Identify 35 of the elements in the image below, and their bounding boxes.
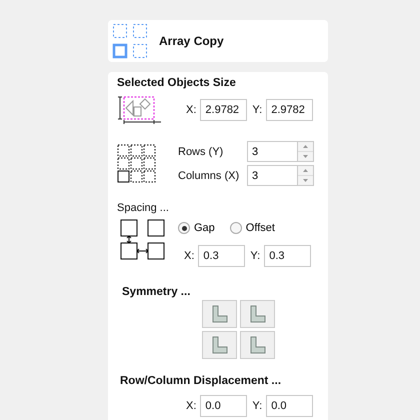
l-shape-icon bbox=[210, 334, 230, 354]
symmetry-button[interactable] bbox=[202, 330, 237, 358]
array-copy-icon bbox=[112, 23, 148, 59]
section-heading: Selected Objects Size bbox=[117, 76, 237, 91]
columns-field[interactable]: 3 bbox=[247, 165, 297, 186]
y-label: Y: bbox=[252, 398, 262, 414]
displacement-y-field[interactable]: 0.0 bbox=[266, 394, 314, 417]
object-size-icon bbox=[117, 96, 161, 124]
y-label: Y: bbox=[252, 103, 262, 118]
x-label: X: bbox=[186, 398, 196, 414]
spacing-x-field[interactable]: 0.3 bbox=[198, 245, 246, 268]
symmetry-button[interactable] bbox=[240, 330, 275, 358]
displacement-x-field[interactable]: 0.0 bbox=[200, 394, 248, 417]
l-shape-icon bbox=[210, 304, 230, 324]
rows-field[interactable]: 3 bbox=[247, 141, 297, 162]
x-label: X: bbox=[186, 103, 196, 118]
radio-option[interactable]: Offset bbox=[230, 220, 275, 236]
panel-title: Array Copy bbox=[159, 33, 224, 50]
x-label: X: bbox=[184, 249, 194, 264]
radio-option[interactable]: Gap bbox=[178, 220, 215, 236]
symmetry-button[interactable] bbox=[240, 300, 275, 328]
l-shape-icon bbox=[248, 304, 268, 324]
y-label: Y: bbox=[250, 249, 260, 264]
width-field[interactable]: 2.9782 bbox=[200, 99, 248, 122]
symmetry-button[interactable] bbox=[202, 300, 237, 328]
symmetry-heading: Symmetry ... bbox=[122, 285, 192, 300]
displacement-heading: Row/Column Displacement ... bbox=[120, 374, 282, 388]
spacing-icon bbox=[120, 218, 166, 261]
spacing-heading: Spacing ... bbox=[117, 201, 170, 216]
columns-label: Columns (X) bbox=[178, 168, 240, 184]
spacing-y-field[interactable]: 0.3 bbox=[264, 245, 312, 268]
grid-icon bbox=[117, 144, 157, 184]
l-shape-icon bbox=[248, 334, 268, 354]
rows-label: Rows (Y) bbox=[178, 144, 224, 160]
height-field[interactable]: 2.9782 bbox=[266, 99, 314, 122]
